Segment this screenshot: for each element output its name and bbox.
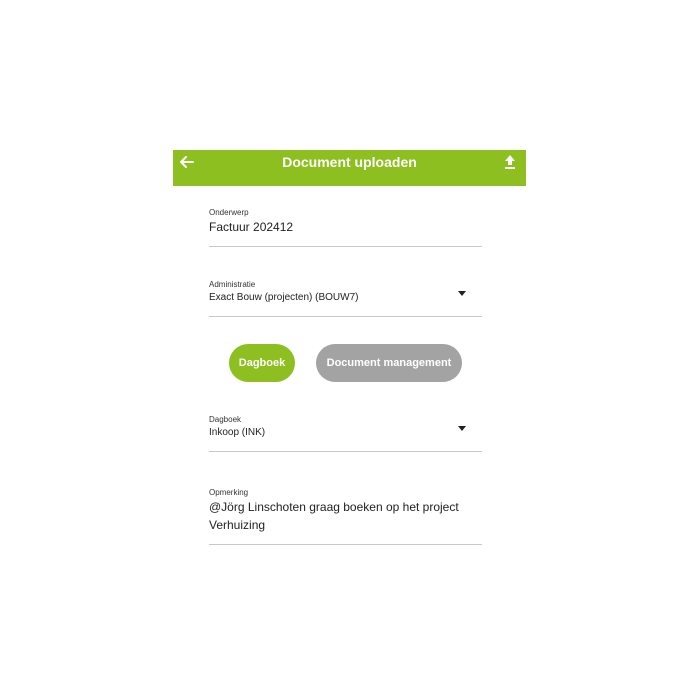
app-bar: Document uploaden	[173, 150, 526, 186]
app-screen: Document uploaden Onderwerp Factuur 2024…	[173, 150, 526, 548]
administratie-label: Administratie	[209, 280, 256, 289]
upload-icon	[505, 155, 515, 169]
page-title: Document uploaden	[282, 154, 417, 170]
upload-button[interactable]	[500, 152, 520, 172]
dagboek-label: Dagboek	[209, 415, 242, 424]
back-button[interactable]	[177, 152, 197, 172]
dagboek-value[interactable]: Inkoop (INK)	[209, 426, 482, 439]
onderwerp-input[interactable]: Factuur 202412	[209, 219, 482, 236]
dagboek-select[interactable]: Dagboek Inkoop (INK)	[209, 415, 482, 452]
onderwerp-label: Onderwerp	[209, 208, 249, 217]
arrow-left-icon	[180, 156, 194, 168]
opmerking-line-2[interactable]: Verhuizing	[209, 517, 482, 534]
opmerking-label: Opmerking	[209, 488, 249, 497]
document-management-toggle-button[interactable]: Document management	[316, 344, 462, 382]
onderwerp-field[interactable]: Onderwerp Factuur 202412	[209, 208, 482, 247]
dagboek-toggle-button[interactable]: Dagboek	[229, 344, 295, 382]
administratie-value[interactable]: Exact Bouw (projecten) (BOUW7)	[209, 291, 482, 304]
opmerking-field[interactable]: Opmerking @Jörg Linschoten graag boeken …	[209, 488, 482, 545]
administratie-select[interactable]: Administratie Exact Bouw (projecten) (BO…	[209, 280, 482, 317]
dropdown-arrow-icon[interactable]	[458, 291, 466, 296]
dropdown-arrow-icon[interactable]	[458, 426, 466, 431]
opmerking-line-1[interactable]: @Jörg Linschoten graag boeken op het pro…	[209, 499, 482, 516]
